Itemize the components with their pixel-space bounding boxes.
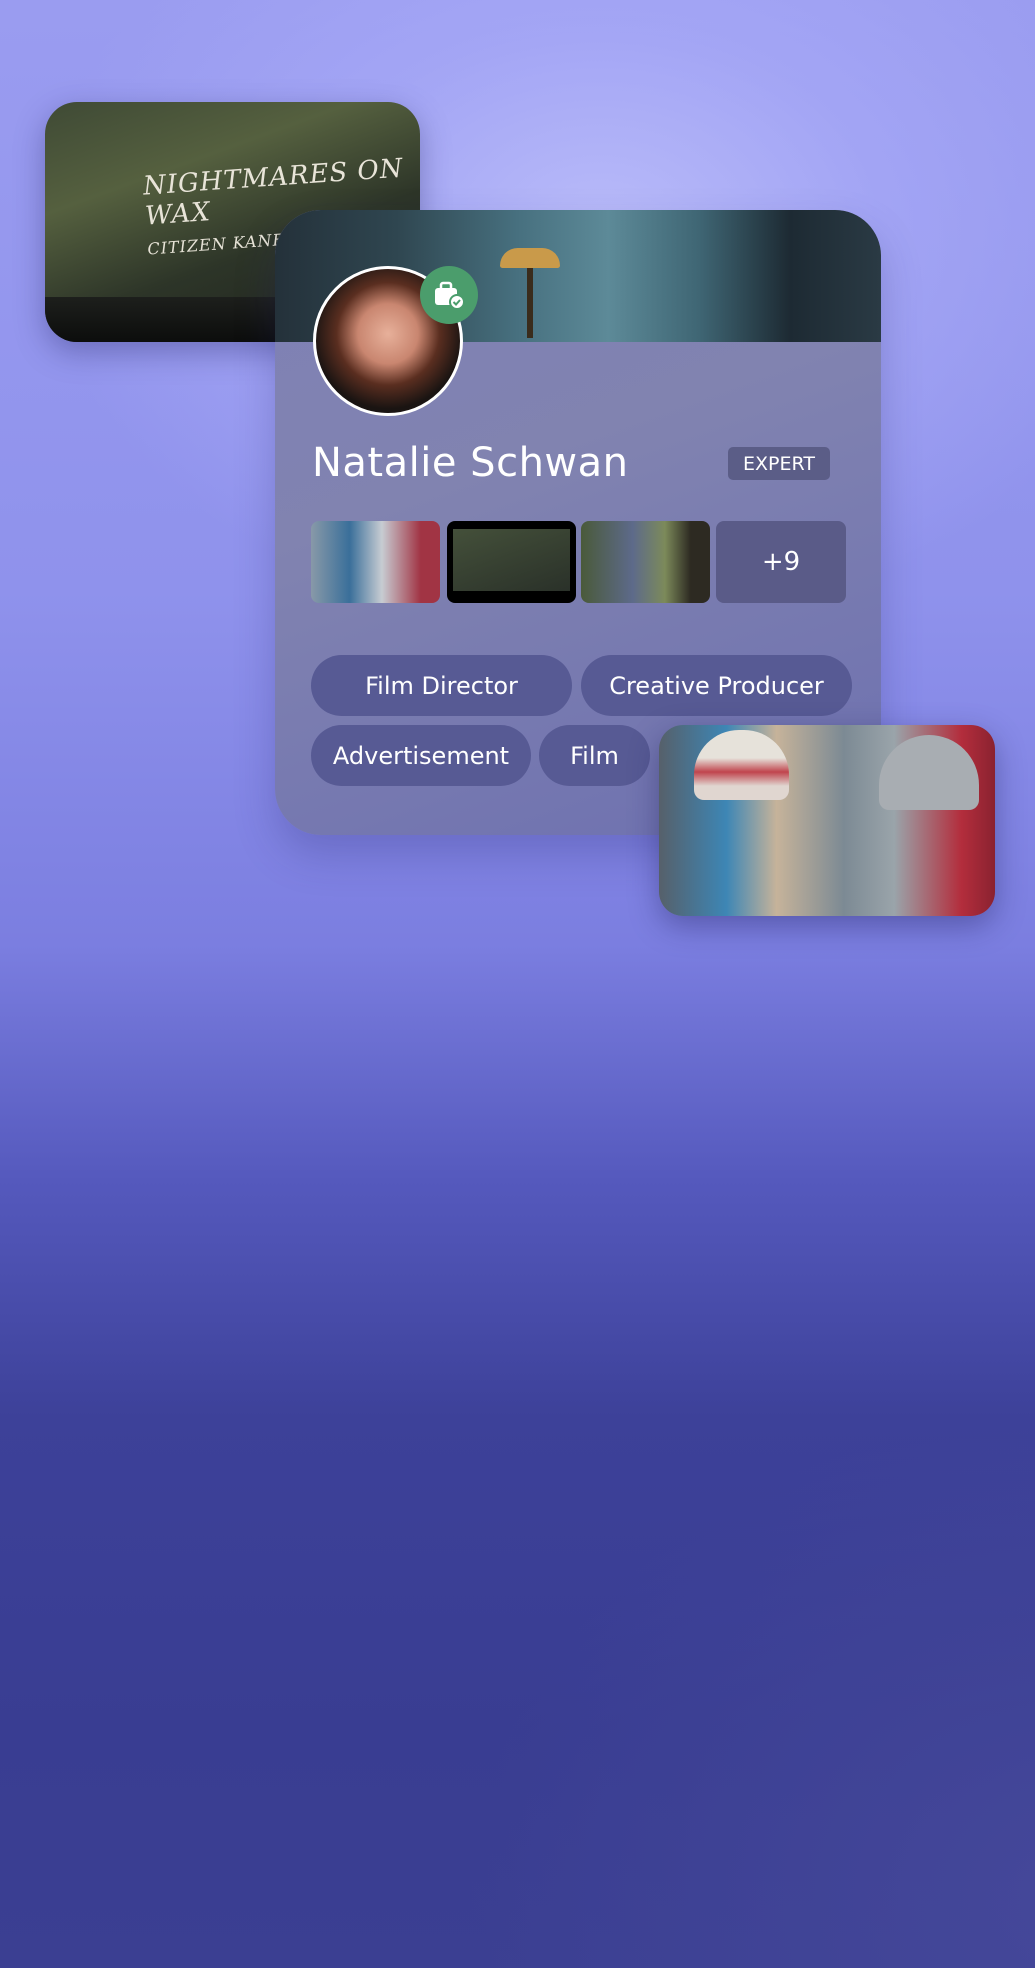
more-portfolio-button[interactable]: +9 xyxy=(716,521,846,603)
portfolio-thumbnail[interactable] xyxy=(447,521,576,603)
portfolio-thumbnail[interactable] xyxy=(311,521,440,603)
tag-creative-producer[interactable]: Creative Producer xyxy=(581,655,852,716)
expert-badge: EXPERT xyxy=(728,447,830,480)
tag-film-director[interactable]: Film Director xyxy=(311,655,572,716)
verified-briefcase-icon xyxy=(420,266,478,324)
profile-name: Natalie Schwan xyxy=(312,440,629,486)
tag-advertisement[interactable]: Advertisement xyxy=(311,725,531,786)
film-still-winter-couple xyxy=(659,725,995,916)
tag-film[interactable]: Film xyxy=(539,725,650,786)
portfolio-thumbnail[interactable] xyxy=(581,521,710,603)
